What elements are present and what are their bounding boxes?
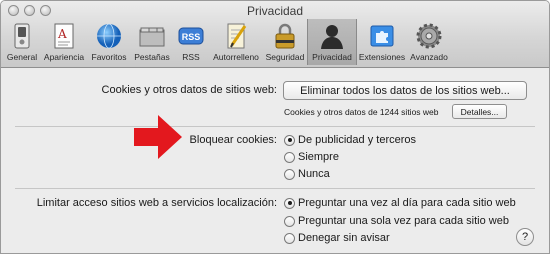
radio-button[interactable] [284, 134, 295, 146]
tab-label: Seguridad [265, 52, 305, 62]
appearance-icon: A [54, 23, 74, 49]
tab-favoritos[interactable]: Favoritos [87, 19, 131, 65]
radio-label: De publicidad y terceros [298, 134, 417, 146]
lock-icon [275, 23, 295, 49]
location-access-label: Limitar acceso sitios web a servicios lo… [36, 197, 277, 209]
radio-button[interactable] [284, 168, 295, 180]
tab-privacidad[interactable]: Privacidad [307, 19, 357, 65]
radio-label: Siempre [298, 151, 339, 163]
tab-avanzado[interactable]: Avanzado [407, 19, 451, 65]
divider [15, 126, 535, 127]
tab-label: Privacidad [312, 52, 352, 62]
remove-website-data-button[interactable]: Eliminar todos los datos de los sitios w… [283, 81, 527, 100]
tab-extensiones[interactable]: Extensiones [357, 19, 407, 65]
block-option-never[interactable]: Nunca [284, 168, 330, 180]
tab-pestanas[interactable]: Pestañas [131, 19, 173, 65]
svg-text:RSS: RSS [182, 32, 201, 42]
location-option-daily[interactable]: Preguntar una vez al día para cada sitio… [284, 197, 516, 209]
radio-label: Preguntar una vez al día para cada sitio… [298, 197, 516, 209]
cookies-count-text: Cookies y otros datos de 1244 sitios web [284, 107, 439, 117]
block-cookies-label: Bloquear cookies: [189, 134, 277, 146]
window-title: Privacidad [246, 4, 304, 18]
divider [15, 188, 535, 189]
autofill-pencil-icon [227, 23, 247, 49]
tab-label: General [6, 52, 38, 62]
general-switch-icon [14, 23, 30, 49]
radio-button[interactable] [284, 151, 295, 163]
gear-icon [416, 23, 442, 49]
window-toolbar-area: Privacidad General A Apariencia Favorito… [1, 1, 549, 68]
tab-autorrelleno[interactable]: Autorrelleno [209, 19, 263, 65]
block-option-always[interactable]: Siempre [284, 151, 339, 163]
tab-apariencia[interactable]: A Apariencia [41, 19, 87, 65]
tab-label: Autorrelleno [213, 52, 259, 62]
location-option-deny[interactable]: Denegar sin avisar [284, 232, 390, 244]
radio-label: Nunca [298, 168, 330, 180]
tab-label: Avanzado [410, 52, 448, 62]
tab-label: Favoritos [91, 52, 127, 62]
tab-label: RSS [182, 52, 200, 62]
help-button[interactable]: ? [516, 228, 534, 246]
block-option-third-party[interactable]: De publicidad y terceros [284, 134, 416, 146]
person-silhouette-icon [321, 25, 343, 49]
tabs-icon [139, 27, 165, 47]
radio-button[interactable] [284, 215, 295, 227]
cookies-label: Cookies y otros datos de sitios web: [101, 84, 277, 96]
radio-label: Denegar sin avisar [298, 232, 390, 244]
preferences-window: Privacidad General A Apariencia Favorito… [0, 0, 550, 254]
rss-icon: RSS [178, 27, 204, 45]
preferences-toolbar: General A Apariencia Favoritos Pestañas … [3, 19, 451, 67]
tab-seguridad[interactable]: Seguridad [263, 19, 307, 65]
radio-button[interactable] [284, 197, 295, 209]
globe-icon [97, 23, 121, 49]
tab-label: Pestañas [134, 52, 170, 62]
tab-general[interactable]: General [3, 19, 41, 65]
privacy-pane: Cookies y otros datos de sitios web: Eli… [1, 68, 549, 253]
radio-button[interactable] [284, 232, 295, 244]
tab-label: Apariencia [43, 52, 85, 62]
red-arrow-annotation [134, 115, 182, 159]
puzzle-icon [370, 25, 394, 47]
tab-rss[interactable]: RSS RSS [173, 19, 209, 65]
tab-label: Extensiones [358, 52, 406, 62]
radio-label: Preguntar una sola vez para cada sitio w… [298, 215, 509, 227]
details-button[interactable]: Detalles... [452, 104, 507, 119]
location-option-once[interactable]: Preguntar una sola vez para cada sitio w… [284, 215, 509, 227]
svg-text:A: A [57, 27, 67, 41]
